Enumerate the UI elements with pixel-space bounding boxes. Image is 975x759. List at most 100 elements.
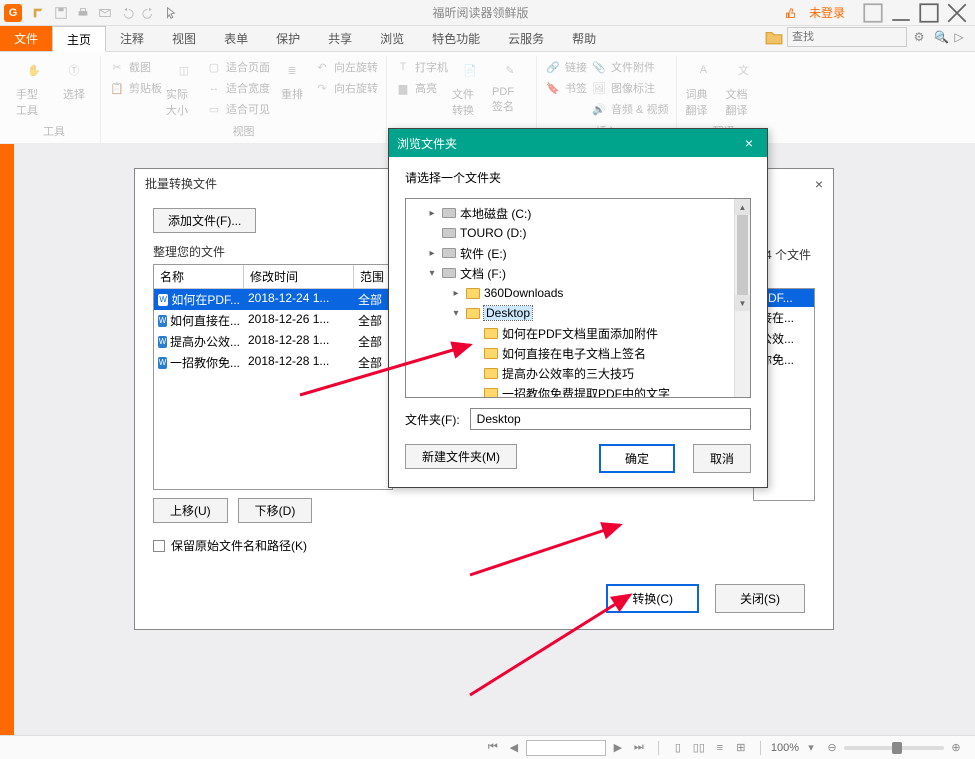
folder-icon (484, 348, 498, 359)
first-page-icon[interactable]: ⏮ (484, 740, 502, 756)
hand-tool[interactable]: ✋手型 工具 (16, 56, 52, 121)
folder-name-input[interactable] (470, 408, 751, 430)
rotate-right-btn[interactable]: ↷向右旋转 (314, 79, 378, 97)
qat-cursor-icon[interactable] (161, 3, 181, 23)
skin-icon[interactable] (859, 3, 887, 23)
doc-translate-btn[interactable]: 文文档 翻译 (725, 56, 761, 121)
col-range[interactable]: 范围 (354, 265, 392, 289)
ribbon-tabs: 文件 主页 注释 视图 表单 保护 共享 浏览 特色功能 云服务 帮助 🔍 ⚙ … (0, 26, 975, 52)
layout-4-icon[interactable]: ⊞ (732, 740, 750, 756)
tab-file[interactable]: 文件 (0, 26, 52, 51)
login-link[interactable]: 未登录 (801, 2, 853, 23)
side-panel-strip[interactable] (0, 144, 14, 735)
maximize-icon[interactable] (915, 3, 943, 23)
layout-2-icon[interactable]: ▯▯ (690, 740, 708, 756)
keep-path-label: 保留原始文件名和路径(K) (171, 537, 307, 554)
folder-icon (484, 328, 498, 339)
actual-size-btn[interactable]: ◫实际 大小 (166, 56, 202, 121)
clipboard-btn[interactable]: 📋剪贴板 (109, 79, 162, 97)
file-attach-btn[interactable]: 📎文件附件 (591, 58, 668, 76)
tab-protect[interactable]: 保护 (262, 26, 314, 51)
browse-title: 浏览文件夹 (397, 135, 457, 152)
file-convert-btn[interactable]: 📄文件 转换 (452, 56, 488, 125)
tab-features[interactable]: 特色功能 (418, 26, 494, 51)
table-row[interactable]: W一招教你免...2018-12-28 1...全部 (154, 352, 392, 373)
drive-icon (442, 248, 456, 258)
last-page-icon[interactable]: ⏭ (630, 740, 648, 756)
folder-icon (484, 388, 498, 399)
fit-visible-btn[interactable]: ▭适合可见 (206, 100, 270, 118)
pdf-sign-btn[interactable]: ✎PDF 签名 (492, 56, 528, 125)
next-tab-icon[interactable]: ▷ (951, 29, 967, 45)
batch-close-icon[interactable]: × (815, 176, 823, 192)
zoom-dropdown-icon[interactable]: ▾ (802, 740, 820, 756)
highlight-btn[interactable]: ▆高亮 (395, 79, 448, 97)
group-view-label: 视图 (233, 121, 255, 143)
group-tools-label: 工具 (43, 121, 65, 143)
snapshot-btn[interactable]: ✂截图 (109, 58, 162, 76)
add-files-button[interactable]: 添加文件(F)... (153, 208, 256, 233)
minimize-icon[interactable] (887, 3, 915, 23)
tab-cloud[interactable]: 云服务 (494, 26, 558, 51)
tab-view[interactable]: 视图 (158, 26, 210, 51)
word-translate-btn[interactable]: A词典 翻译 (685, 56, 721, 121)
qat-open-icon[interactable] (29, 3, 49, 23)
reflow-btn[interactable]: ≣重排 (274, 56, 310, 121)
image-annot-btn[interactable]: 🖼图像标注 (591, 79, 668, 97)
thumb-up-icon[interactable] (780, 3, 800, 23)
prev-page-icon[interactable]: ◀ (505, 740, 523, 756)
new-folder-button[interactable]: 新建文件夹(M) (405, 444, 517, 469)
prev-tab-icon[interactable]: ◁ (931, 29, 947, 45)
tab-share[interactable]: 共享 (314, 26, 366, 51)
tab-form[interactable]: 表单 (210, 26, 262, 51)
qat-undo-icon[interactable] (117, 3, 137, 23)
browse-close-icon[interactable]: × (739, 135, 759, 151)
col-name[interactable]: 名称 (154, 265, 244, 289)
move-up-button[interactable]: 上移(U) (153, 498, 228, 523)
search-folder-icon[interactable] (765, 28, 783, 46)
rotate-left-btn[interactable]: ↶向左旋转 (314, 58, 378, 76)
fit-page-btn[interactable]: ▢适合页面 (206, 58, 270, 76)
keep-path-checkbox[interactable] (153, 540, 165, 552)
folder-icon (466, 308, 480, 319)
bookmark-btn[interactable]: 🔖书签 (545, 79, 587, 97)
table-row[interactable]: W如何直接在...2018-12-26 1...全部 (154, 310, 392, 331)
close-button[interactable]: 关闭(S) (715, 584, 805, 613)
select-tool[interactable]: Ⓣ选择 (56, 56, 92, 121)
page-input[interactable] (526, 740, 606, 756)
window-title: 福昕阅读器领鲜版 (182, 4, 779, 21)
zoom-in-icon[interactable]: ⊕ (947, 740, 965, 756)
av-btn[interactable]: 🔊音频 & 视频 (591, 100, 668, 118)
layout-3-icon[interactable]: ≡ (711, 740, 729, 756)
qat-save-icon[interactable] (51, 3, 71, 23)
batch-title: 批量转换文件 (145, 175, 217, 192)
tab-browse[interactable]: 浏览 (366, 26, 418, 51)
typewriter-btn[interactable]: T打字机 (395, 58, 448, 76)
qat-print-icon[interactable] (73, 3, 93, 23)
tree-scrollbar[interactable]: ▲▼ (734, 199, 750, 397)
next-page-icon[interactable]: ▶ (609, 740, 627, 756)
move-down-button[interactable]: 下移(D) (238, 498, 313, 523)
settings-gear-icon[interactable]: ⚙ (911, 29, 927, 45)
folder-icon (466, 288, 480, 299)
tab-comment[interactable]: 注释 (106, 26, 158, 51)
col-date[interactable]: 修改时间 (244, 265, 354, 289)
qat-redo-icon[interactable] (139, 3, 159, 23)
cancel-button[interactable]: 取消 (693, 444, 751, 473)
layout-1-icon[interactable]: ▯ (669, 740, 687, 756)
table-row[interactable]: W提高办公效...2018-12-28 1...全部 (154, 331, 392, 352)
close-icon[interactable] (943, 3, 971, 23)
link-btn[interactable]: 🔗链接 (545, 58, 587, 76)
table-row[interactable]: W如何在PDF...2018-12-24 1...全部 (154, 289, 392, 310)
convert-button[interactable]: 转换(C) (606, 584, 699, 613)
qat-mail-icon[interactable] (95, 3, 115, 23)
zoom-out-icon[interactable]: ⊖ (823, 740, 841, 756)
status-bar: ⏮ ◀ ▶ ⏭ ▯ ▯▯ ≡ ⊞ 100% ▾ ⊖ ⊕ (0, 735, 975, 759)
search-box[interactable]: 🔍 (787, 27, 907, 47)
tab-home[interactable]: 主页 (52, 26, 106, 52)
fit-width-btn[interactable]: ↔适合宽度 (206, 79, 270, 97)
folder-tree[interactable]: ▲▼ ▸本地磁盘 (C:) TOURO (D:) ▸软件 (E:) ▾文档 (F… (405, 198, 751, 398)
tab-help[interactable]: 帮助 (558, 26, 610, 51)
zoom-slider[interactable] (844, 746, 944, 750)
ok-button[interactable]: 确定 (599, 444, 675, 473)
